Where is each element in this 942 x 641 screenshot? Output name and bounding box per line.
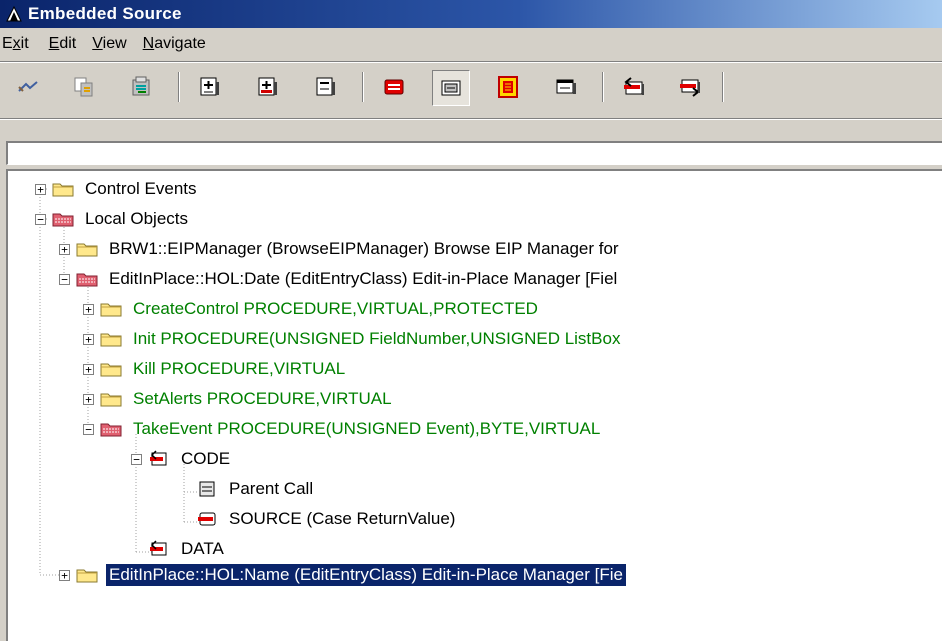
collapse-toggle[interactable]: −	[83, 424, 94, 435]
procedure-button[interactable]	[490, 70, 526, 104]
add-above-button[interactable]	[192, 70, 228, 104]
parent-call-icon	[196, 480, 218, 498]
arrow-down-red-icon	[680, 79, 700, 97]
toolbar-divider	[602, 72, 604, 102]
tree-node-parent-call[interactable]: Parent Call	[196, 474, 316, 504]
folder-open-red-icon	[52, 210, 74, 228]
add-window-down-icon	[316, 77, 335, 96]
source-button[interactable]	[376, 70, 412, 104]
tree-node-editinplace-date[interactable]: EditInPlace::HOL:Date (EditEntryClass) E…	[76, 264, 620, 294]
window-icon	[556, 79, 576, 94]
tree-node-source[interactable]: SOURCE (Case ReturnValue)	[196, 504, 458, 534]
source-red-icon	[384, 79, 404, 95]
folder-closed-icon	[100, 360, 122, 378]
menu-view[interactable]: View	[87, 35, 137, 53]
tree-node-takeevent[interactable]: TakeEvent PROCEDURE(UNSIGNED Event),BYTE…	[100, 414, 603, 444]
tree-node-createcontrol[interactable]: CreateControl PROCEDURE,VIRTUAL,PROTECTE…	[100, 294, 541, 324]
folder-closed-icon	[76, 240, 98, 258]
window-title: Embedded Source	[28, 4, 182, 23]
procedure-red-yellow-icon	[498, 76, 518, 98]
tree-node-editinplace-name[interactable]: EditInPlace::HOL:Name (EditEntryClass) E…	[76, 560, 626, 590]
toolbar-separator	[0, 118, 942, 120]
embed-path-box	[6, 141, 942, 165]
paste-embed-button[interactable]	[124, 70, 160, 104]
move-down-button[interactable]	[672, 70, 708, 104]
window-button[interactable]	[548, 70, 584, 104]
insert-embed-button[interactable]	[10, 70, 46, 104]
paste-pages-icon	[132, 76, 150, 96]
tree-node-local-objects[interactable]: Local Objects	[52, 204, 191, 234]
tree-node-brw1-eipmanager[interactable]: BRW1::EIPManager (BrowseEIPManager) Brow…	[76, 234, 622, 264]
folder-closed-icon	[100, 330, 122, 348]
expand-toggle[interactable]: +	[83, 334, 94, 345]
add-window-red-icon	[258, 77, 277, 96]
collapse-toggle[interactable]: −	[131, 454, 142, 465]
folder-closed-icon	[52, 180, 74, 198]
app-icon	[4, 4, 24, 24]
copy-pages-icon	[74, 77, 93, 97]
copy-embed-button[interactable]	[66, 70, 102, 104]
expand-toggle[interactable]: +	[59, 244, 70, 255]
toolbar-divider	[362, 72, 364, 102]
toolbar	[0, 64, 942, 114]
expand-toggle[interactable]: +	[35, 184, 46, 195]
tree-node-init[interactable]: Init PROCEDURE(UNSIGNED FieldNumber,UNSI…	[100, 324, 623, 354]
folder-closed-icon	[76, 566, 98, 584]
menu-bar: Exit Edit View Navigate	[0, 30, 942, 58]
embed-path-field[interactable]	[8, 143, 942, 164]
source-embed-icon	[196, 510, 218, 528]
embed-tree[interactable]: + Control Events − Local Objects + BRW1:…	[6, 169, 942, 641]
tree-node-kill[interactable]: Kill PROCEDURE,VIRTUAL	[100, 354, 348, 384]
expand-toggle[interactable]: +	[83, 364, 94, 375]
expand-toggle[interactable]: +	[83, 304, 94, 315]
toolbar-divider	[178, 72, 180, 102]
tree-node-setalerts[interactable]: SetAlerts PROCEDURE,VIRTUAL	[100, 384, 395, 414]
move-up-button[interactable]	[616, 70, 652, 104]
insert-arrow-icon	[18, 81, 38, 92]
menu-exit[interactable]: Exit	[0, 35, 40, 53]
tree-node-code[interactable]: CODE	[148, 444, 233, 474]
collapse-toggle[interactable]: −	[35, 214, 46, 225]
template-window-icon	[441, 80, 461, 96]
add-below-button[interactable]	[308, 70, 344, 104]
folder-open-red-icon	[76, 270, 98, 288]
expand-toggle[interactable]: +	[59, 570, 70, 581]
collapse-toggle[interactable]: −	[59, 274, 70, 285]
data-embed-icon	[148, 540, 170, 558]
folder-closed-icon	[100, 390, 122, 408]
code-template-button[interactable]	[432, 70, 470, 106]
add-red-button[interactable]	[250, 70, 286, 104]
add-window-up-icon	[200, 77, 219, 96]
menu-navigate[interactable]: Navigate	[138, 35, 217, 53]
arrow-up-red-icon	[624, 77, 644, 95]
expand-toggle[interactable]: +	[83, 394, 94, 405]
menu-edit[interactable]: Edit	[44, 35, 88, 53]
folder-open-red-icon	[100, 420, 122, 438]
menu-separator	[0, 61, 942, 63]
tree-node-control-events[interactable]: Control Events	[52, 174, 200, 204]
toolbar-divider	[722, 72, 724, 102]
code-embed-icon	[148, 450, 170, 468]
folder-closed-icon	[100, 300, 122, 318]
title-bar: Embedded Source	[0, 0, 942, 28]
